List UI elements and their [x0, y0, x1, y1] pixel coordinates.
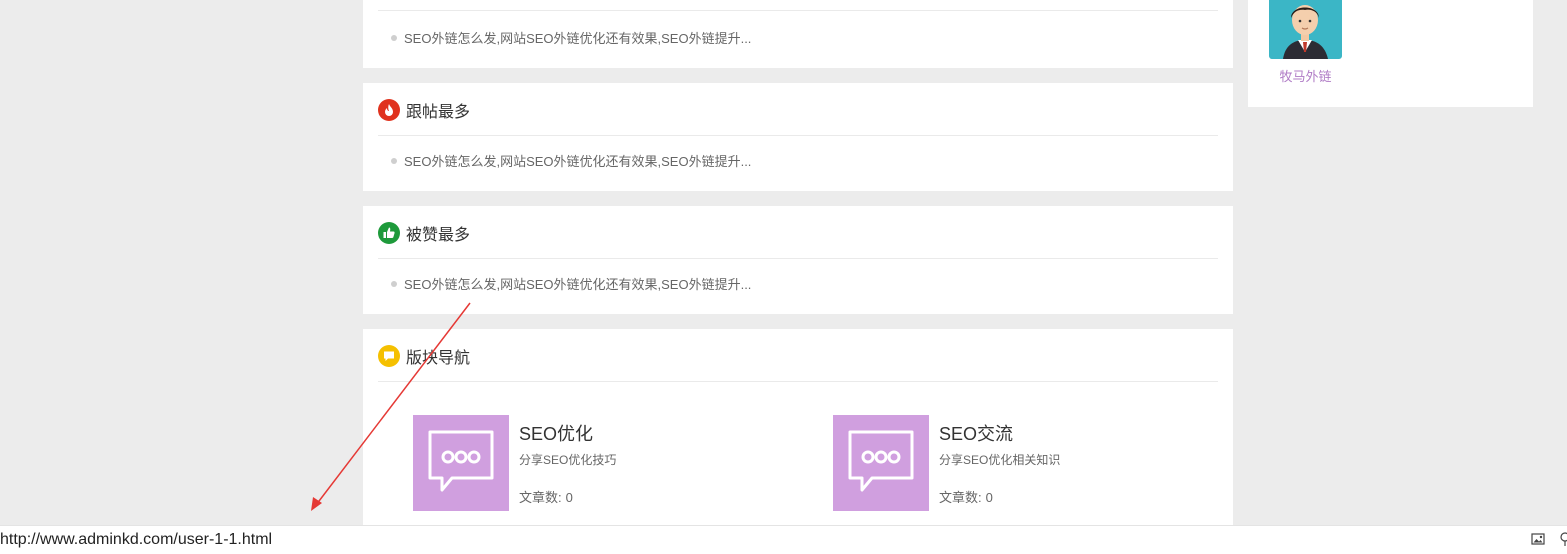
most-replies-card: 跟帖最多 SEO外链怎么发,网站SEO外链优化还有效果,SEO外链提升... [363, 83, 1233, 191]
forum-item-seo-optimization[interactable]: SEO优化 分享SEO优化技巧 文章数: 0 [413, 415, 759, 511]
bullet-dot [391, 157, 397, 164]
browser-status-bar: http://www.adminkd.com/user-1-1.html [0, 525, 1567, 554]
count-label: 文章数: [939, 490, 982, 505]
user-avatar-icon [1283, 5, 1328, 59]
chat-bubble-icon[interactable] [413, 415, 509, 511]
sidebar-user-card: 牧马外链 [1248, 0, 1533, 107]
status-url: http://www.adminkd.com/user-1-1.html [0, 531, 273, 548]
list-item[interactable]: SEO外链怎么发,网站SEO外链优化还有效果,SEO外链提升... [391, 151, 751, 170]
list-item[interactable]: SEO外链怎么发,网站SEO外链优化还有效果,SEO外链提升... [391, 274, 751, 293]
thumbs-up-icon [378, 222, 400, 244]
board-nav-card: 版块导航 SEO优化 分享SEO优化技巧 文章数: 0 SEO交流 分享SEO优… [363, 329, 1233, 554]
count-label: 文章数: [519, 490, 562, 505]
forum-name[interactable]: SEO优化 [519, 420, 593, 446]
most-liked-card: 被赞最多 SEO外链怎么发,网站SEO外链优化还有效果,SEO外链提升... [363, 206, 1233, 314]
avatar[interactable] [1269, 0, 1342, 59]
list-item-link[interactable]: SEO外链怎么发,网站SEO外链优化还有效果,SEO外链提升... [404, 28, 751, 47]
card-header: 版块导航 [378, 331, 1218, 382]
forum-item-seo-exchange[interactable]: SEO交流 分享SEO优化相关知识 文章数: 0 [833, 415, 1179, 511]
list-item-link[interactable]: SEO外链怎么发,网站SEO外链优化还有效果,SEO外链提升... [404, 151, 751, 170]
status-icons [1517, 532, 1567, 551]
top-list-card: SEO外链怎么发,网站SEO外链优化还有效果,SEO外链提升... [363, 0, 1233, 68]
count-value: 0 [565, 490, 573, 505]
forum-description: 分享SEO优化技巧 [519, 453, 617, 467]
divider [378, 10, 1218, 11]
count-value: 0 [985, 490, 993, 505]
card-header: 跟帖最多 [378, 85, 1218, 136]
pin-icon[interactable] [1559, 532, 1567, 551]
user-name-link[interactable]: 牧马外链 [1248, 66, 1363, 85]
forum-article-count: 文章数: 0 [519, 487, 573, 506]
forum-description: 分享SEO优化相关知识 [939, 453, 1061, 467]
comment-icon [378, 345, 400, 367]
card-header: 被赞最多 [378, 208, 1218, 259]
forum-article-count: 文章数: 0 [939, 487, 993, 506]
card-title: 被赞最多 [406, 227, 471, 244]
card-title: 版块导航 [406, 350, 471, 367]
bullet-dot [391, 34, 397, 41]
forum-info: SEO交流 分享SEO优化相关知识 文章数: 0 [939, 415, 1179, 511]
card-title: 跟帖最多 [406, 104, 471, 121]
image-icon[interactable] [1531, 532, 1545, 551]
fire-icon [378, 99, 400, 121]
chat-bubble-icon[interactable] [833, 415, 929, 511]
list-item-link[interactable]: SEO外链怎么发,网站SEO外链优化还有效果,SEO外链提升... [404, 274, 751, 293]
list-item[interactable]: SEO外链怎么发,网站SEO外链优化还有效果,SEO外链提升... [391, 28, 751, 47]
forum-info: SEO优化 分享SEO优化技巧 文章数: 0 [519, 415, 759, 511]
forum-name[interactable]: SEO交流 [939, 420, 1013, 446]
bullet-dot [391, 280, 397, 287]
